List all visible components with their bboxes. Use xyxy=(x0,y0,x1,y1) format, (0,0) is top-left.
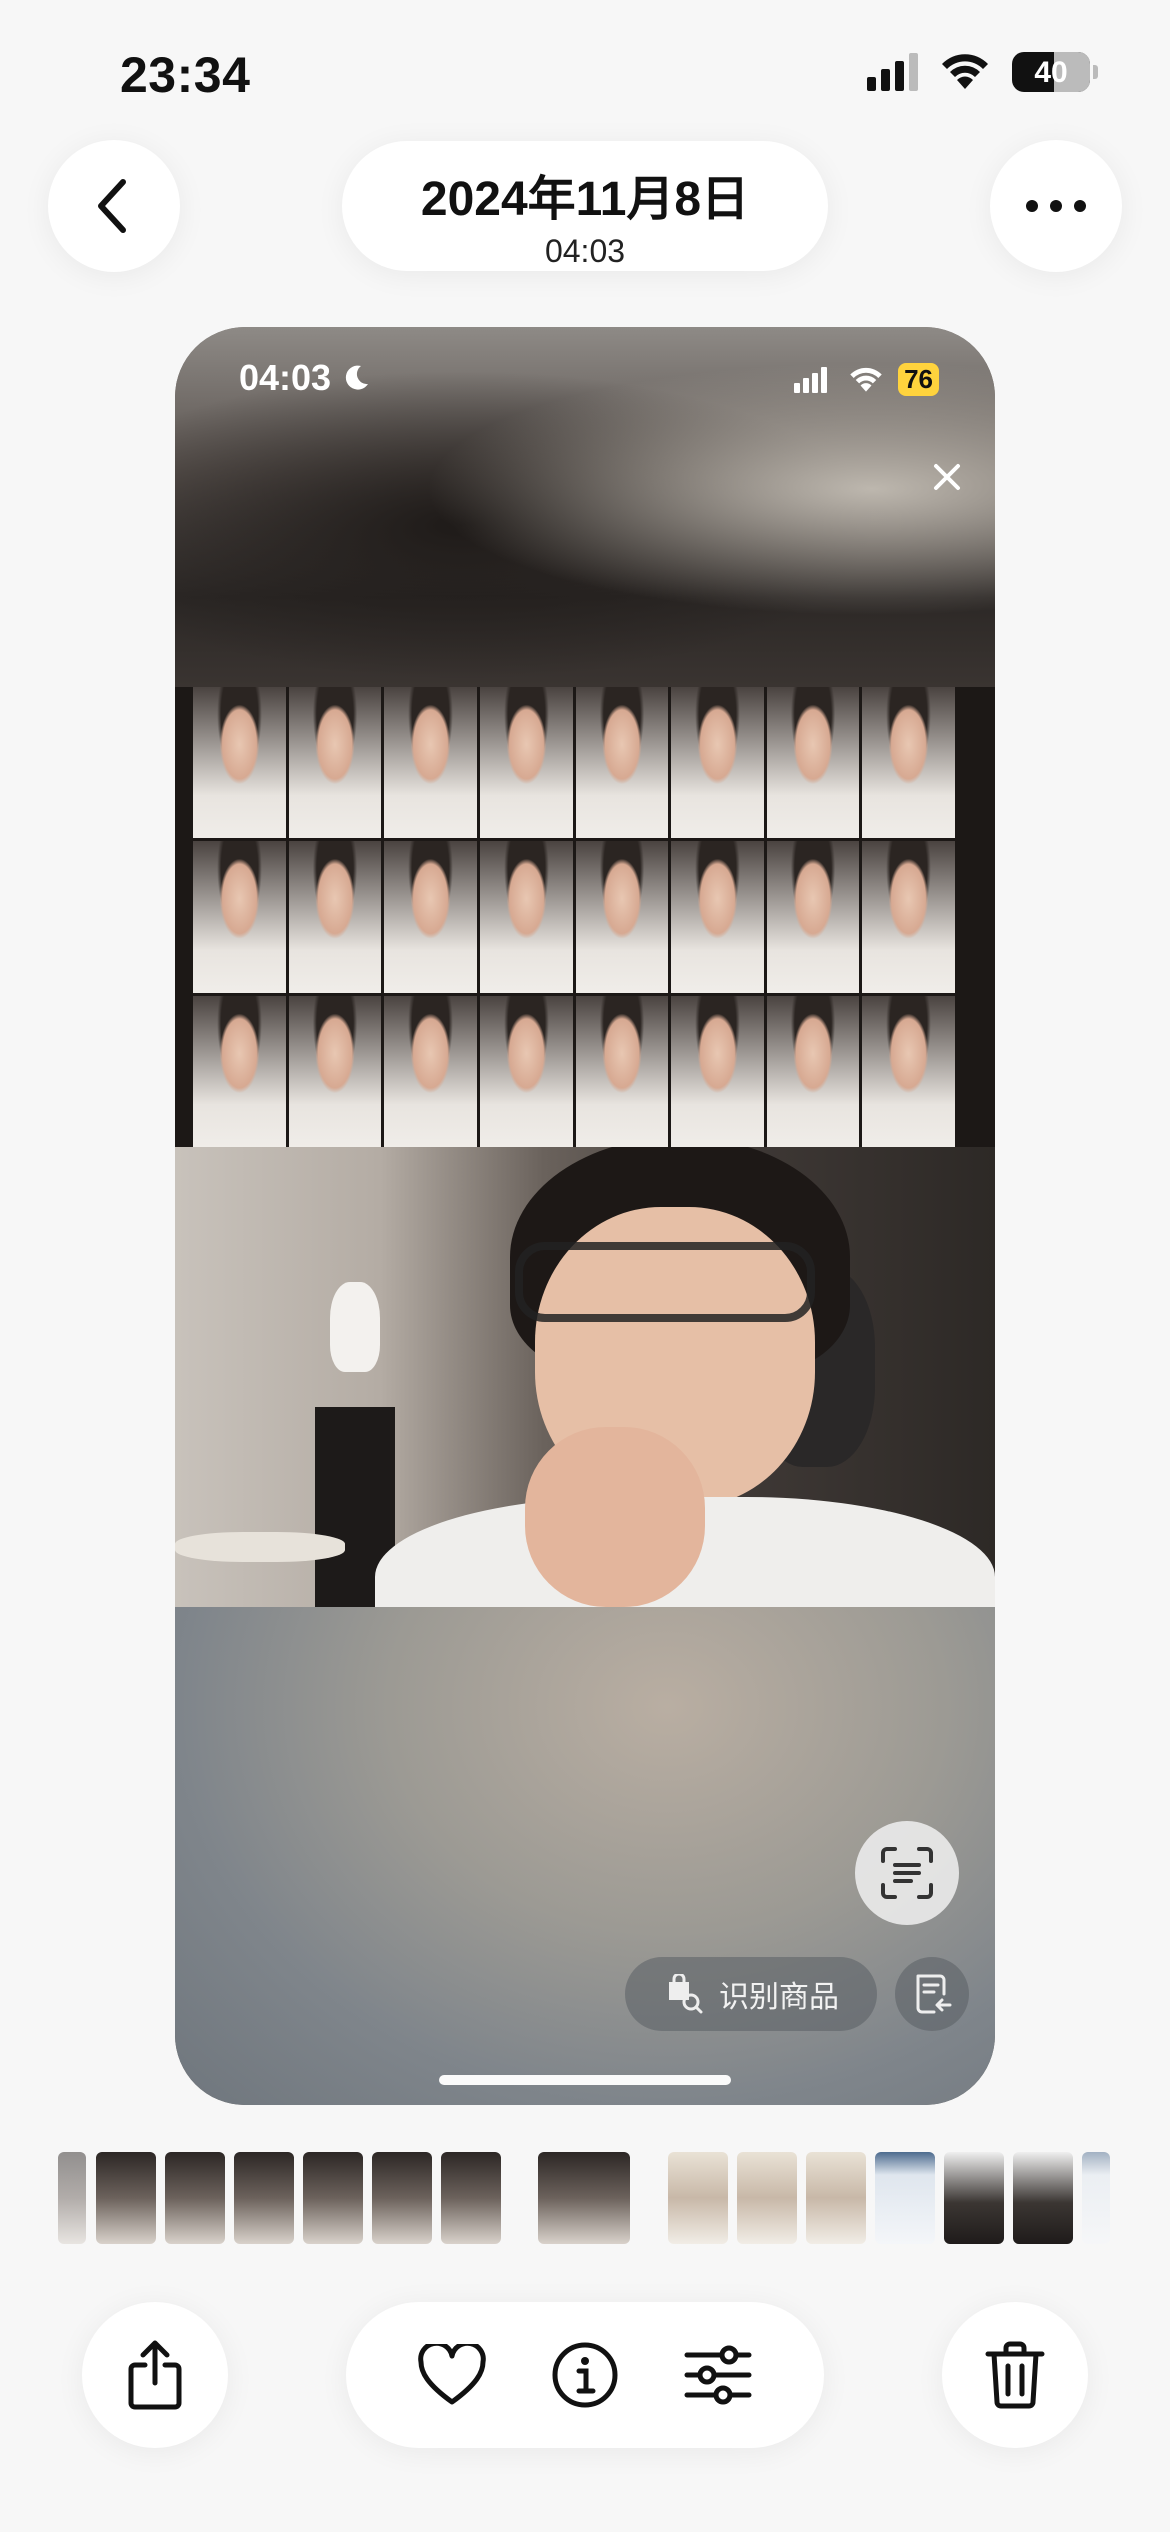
thumbnail[interactable] xyxy=(944,2152,1004,2244)
thumbnail[interactable] xyxy=(96,2152,156,2244)
thumbnail-strip[interactable] xyxy=(0,2152,1170,2244)
photo-date: 2024年11月8日 xyxy=(420,173,750,226)
thumbnail[interactable] xyxy=(165,2152,225,2244)
thumbnail[interactable] xyxy=(806,2152,866,2244)
photo-actions-group xyxy=(346,2302,824,2448)
back-button[interactable] xyxy=(48,140,180,272)
status-bar: 23:34 40 xyxy=(0,0,1170,140)
photo-time: 04:03 xyxy=(544,233,626,269)
moon-icon xyxy=(345,365,369,390)
screenshot-battery: 76 xyxy=(898,363,939,396)
recognize-product-button[interactable]: 识别商品 xyxy=(625,1957,877,2031)
close-icon xyxy=(917,447,977,507)
thumbnail[interactable] xyxy=(441,2152,501,2244)
selfie-photo xyxy=(175,1147,995,1607)
share-button[interactable] xyxy=(82,2302,228,2448)
photo-viewer[interactable]: 04:03 76 识别商品 xyxy=(175,327,995,2105)
cellular-signal-icon xyxy=(794,366,828,393)
thumbnail[interactable] xyxy=(303,2152,363,2244)
wifi-icon xyxy=(850,367,882,392)
thumbnail[interactable] xyxy=(875,2152,935,2244)
thumbnail[interactable] xyxy=(234,2152,294,2244)
ellipsis-icon xyxy=(1026,200,1086,212)
heart-icon xyxy=(418,2344,487,2405)
thumbnail[interactable] xyxy=(668,2152,728,2244)
thumbnail[interactable] xyxy=(58,2152,86,2244)
screenshot-status-icons: 76 xyxy=(794,363,939,396)
status-icons: 40 xyxy=(867,52,1098,92)
thumbnail[interactable] xyxy=(1082,2152,1110,2244)
delete-button[interactable] xyxy=(942,2302,1088,2448)
sliders-icon xyxy=(684,2345,752,2405)
screenshot-time: 04:03 xyxy=(239,357,332,398)
more-button[interactable] xyxy=(990,140,1122,272)
info-icon xyxy=(552,2342,618,2408)
battery-icon: 40 xyxy=(1012,52,1098,92)
screenshot-status-bar: 04:03 xyxy=(239,357,371,399)
status-time: 23:34 xyxy=(120,47,251,103)
date-header: 2024年11月8日 04:03 xyxy=(342,141,828,271)
recognize-product-label: 识别商品 xyxy=(719,1981,839,2014)
screenshot-home-indicator xyxy=(439,2075,731,2085)
document-lookup-icon xyxy=(916,1974,952,2014)
trash-icon xyxy=(985,2341,1045,2409)
share-icon xyxy=(128,2340,182,2410)
document-lookup-button[interactable] xyxy=(895,1957,969,2031)
adjust-button[interactable] xyxy=(673,2330,763,2420)
info-button[interactable] xyxy=(540,2330,630,2420)
live-text-button[interactable] xyxy=(855,1821,959,1925)
favorite-button[interactable] xyxy=(407,2330,497,2420)
cellular-signal-icon xyxy=(867,53,918,91)
live-text-scan-icon xyxy=(881,1847,933,1899)
thumbnail-selected[interactable] xyxy=(538,2152,630,2244)
thumbnail[interactable] xyxy=(372,2152,432,2244)
thumbnail[interactable] xyxy=(737,2152,797,2244)
photo-collage xyxy=(175,687,995,1147)
thumbnail[interactable] xyxy=(1013,2152,1073,2244)
wifi-icon xyxy=(942,54,988,89)
battery-level: 40 xyxy=(1034,56,1068,89)
chevron-left-icon xyxy=(98,179,126,233)
shopping-bag-search-icon xyxy=(669,1974,703,2014)
